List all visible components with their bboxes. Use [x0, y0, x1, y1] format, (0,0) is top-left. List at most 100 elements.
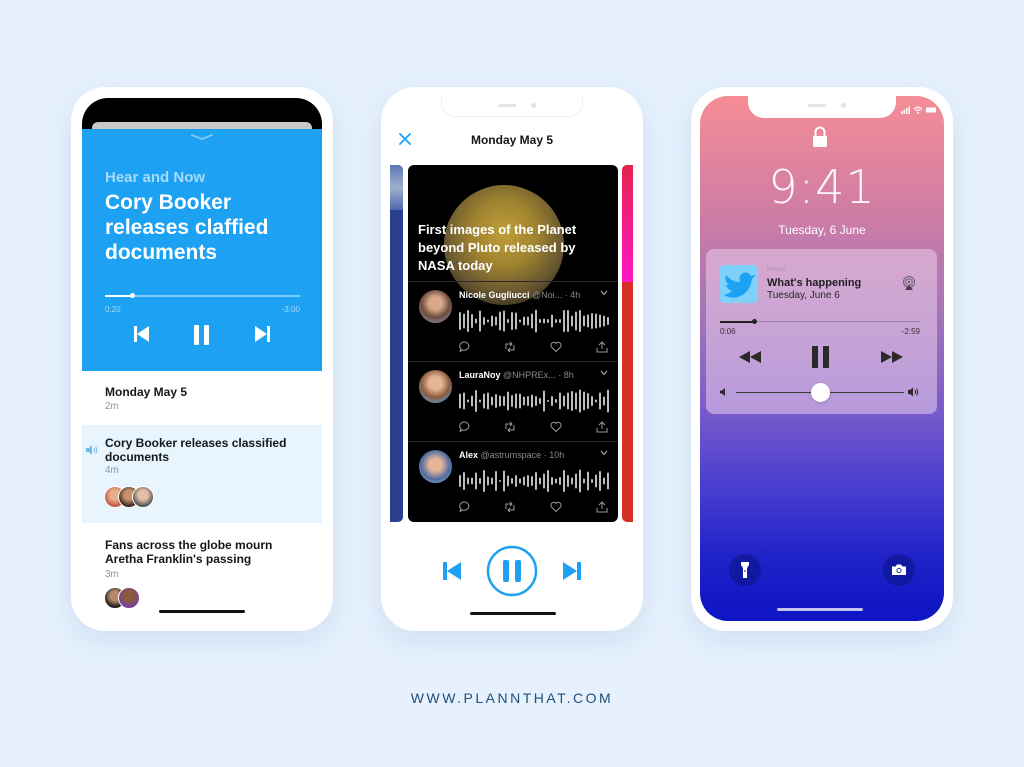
waveform-bar — [487, 319, 489, 323]
waveform-bar — [459, 393, 461, 409]
reply-icon[interactable] — [459, 341, 471, 353]
episode-list-item[interactable]: Fans across the globe mourn Aretha Frank… — [82, 523, 322, 618]
avatar[interactable] — [419, 450, 452, 483]
fast-forward-icon[interactable] — [881, 351, 903, 363]
like-icon[interactable] — [550, 501, 562, 513]
waveform-bar — [579, 310, 581, 332]
chevron-down-icon[interactable] — [600, 370, 608, 376]
waveform-bar — [595, 474, 597, 488]
avatar[interactable] — [419, 290, 452, 323]
share-icon[interactable] — [596, 421, 608, 433]
waveform-bar — [563, 470, 565, 492]
camera-dot — [841, 103, 846, 108]
waveform-bar — [567, 310, 569, 332]
audio-waveform[interactable] — [459, 468, 609, 494]
elapsed-time: 0:20 — [105, 305, 121, 314]
waveform-bar — [467, 477, 469, 485]
tweet-item[interactable]: Nicole Gugliucci @Noi... · 4h — [408, 281, 618, 361]
skip-back-icon[interactable] — [134, 325, 150, 343]
reply-icon[interactable] — [459, 501, 471, 513]
audio-waveform[interactable] — [459, 308, 609, 334]
tweet-actions — [459, 341, 609, 353]
episode-list-item-active[interactable]: Cory Booker releases classified document… — [82, 425, 322, 523]
waveform-bar — [555, 319, 557, 323]
progress-fill — [105, 295, 133, 297]
home-indicator[interactable] — [159, 610, 245, 613]
author-name: Alex — [459, 450, 479, 460]
waveform-bar — [507, 475, 509, 487]
share-icon[interactable] — [596, 501, 608, 513]
flashlight-button[interactable] — [729, 554, 761, 586]
skip-back-icon[interactable] — [443, 562, 461, 580]
audio-waveform[interactable] — [459, 388, 609, 414]
waveform-bar — [603, 396, 605, 406]
header-title: Monday May 5 — [470, 133, 554, 147]
episode-list-item[interactable]: Monday May 5 2m — [82, 371, 322, 425]
chevron-down-icon[interactable] — [190, 133, 214, 141]
next-card-peek[interactable] — [622, 165, 633, 522]
waveform-bar — [547, 319, 549, 323]
story-card[interactable]: First images of the Planet beyond Pluto … — [408, 165, 618, 522]
waveform-bar — [479, 478, 481, 484]
like-icon[interactable] — [550, 421, 562, 433]
reply-icon[interactable] — [459, 421, 471, 433]
waveform-bar — [531, 394, 533, 408]
progress-knob[interactable] — [130, 293, 136, 298]
author-handle: @Noi... — [532, 290, 563, 300]
next-card-image — [622, 165, 633, 282]
twitter-bird-icon — [724, 272, 756, 298]
speaker-icon — [86, 445, 98, 455]
waveform-bar — [471, 314, 473, 328]
retweet-icon[interactable] — [504, 421, 516, 433]
progress-slider[interactable] — [105, 293, 300, 298]
volume-slider[interactable] — [720, 383, 920, 402]
waveform-bar — [483, 317, 485, 325]
waveform-bar — [587, 393, 589, 409]
footer-url[interactable]: WWW.PLANNTHAT.COM — [0, 690, 1024, 706]
playback-source: iPhone — [767, 267, 786, 273]
airplay-icon[interactable] — [902, 276, 916, 290]
avatar[interactable] — [419, 370, 452, 403]
chevron-down-icon[interactable] — [600, 450, 608, 456]
waveform-bar — [595, 399, 597, 403]
tweet-actions — [459, 421, 609, 433]
retweet-icon[interactable] — [504, 501, 516, 513]
camera-button[interactable] — [883, 554, 915, 586]
previous-card-peek[interactable] — [390, 165, 403, 522]
tweet-item[interactable]: Alex @astrumspace · 10h — [408, 441, 618, 521]
progress-slider[interactable] — [720, 319, 920, 324]
waveform-bar — [503, 396, 505, 406]
retweet-icon[interactable] — [504, 341, 516, 353]
phone-podcast-list: Hear and Now Cory Booker releases claffi… — [71, 87, 333, 631]
progress-knob[interactable] — [752, 319, 757, 324]
tweet-item[interactable]: LauraNoy @NHPREx... · 8h — [408, 361, 618, 441]
remaining-time: -3:00 — [281, 305, 300, 314]
home-indicator[interactable] — [777, 608, 863, 611]
pause-button[interactable] — [486, 545, 538, 597]
home-indicator[interactable] — [470, 612, 556, 615]
like-icon[interactable] — [550, 341, 562, 353]
episode-item-duration: 3m — [105, 569, 119, 580]
waveform-bar — [539, 319, 541, 323]
elapsed-time: 0:06 — [720, 327, 736, 336]
waveform-bar — [519, 478, 521, 484]
pause-icon[interactable] — [194, 325, 210, 345]
skip-forward-icon[interactable] — [563, 562, 581, 580]
waveform-bar — [503, 470, 505, 492]
volume-knob[interactable] — [811, 383, 830, 402]
waveform-bar — [523, 316, 525, 326]
waveform-bar — [567, 475, 569, 487]
now-playing-widget[interactable]: iPhone What's happening Tuesday, June 6 … — [706, 249, 937, 414]
waveform-bar — [523, 476, 525, 486]
skip-forward-icon[interactable] — [254, 325, 270, 343]
chevron-down-icon[interactable] — [600, 290, 608, 296]
waveform-bar — [607, 472, 609, 490]
story-headline: First images of the Planet beyond Pluto … — [418, 222, 577, 273]
share-icon[interactable] — [596, 341, 608, 353]
waveform-bar — [491, 477, 493, 485]
rewind-icon[interactable] — [739, 351, 761, 363]
album-art[interactable] — [720, 265, 758, 303]
waveform-bar — [499, 311, 501, 331]
waveform-bar — [483, 393, 485, 409]
pause-icon[interactable] — [812, 346, 830, 368]
